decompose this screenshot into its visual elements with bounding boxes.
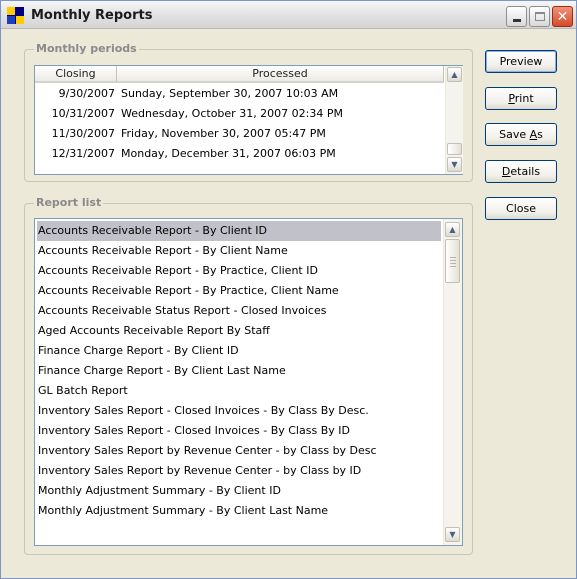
list-item[interactable]: Finance Charge Report - By Client ID [37, 341, 441, 361]
column-header-processed[interactable]: Processed [117, 66, 444, 83]
list-item[interactable]: Accounts Receivable Report - By Client N… [37, 241, 441, 261]
list-item[interactable]: Monthly Adjustment Summary - By Client I… [37, 481, 441, 501]
period-row[interactable]: 10/31/2007 Wednesday, October 31, 2007 0… [35, 106, 444, 122]
monthly-periods-label: Monthly periods [34, 42, 139, 55]
save-as-accel-key: A [529, 128, 538, 141]
period-closing: 10/31/2007 [51, 107, 115, 120]
periods-listview[interactable]: Closing Processed 9/30/2007 Sunday, Sept… [34, 65, 463, 175]
title-bar[interactable]: Monthly Reports ✕ [1, 1, 576, 29]
save-as-label-post: s [537, 128, 543, 141]
list-item[interactable]: Inventory Sales Report by Revenue Center… [37, 461, 441, 481]
report-listbox[interactable]: Accounts Receivable Report - By Client I… [34, 218, 463, 546]
list-item[interactable]: Aged Accounts Receivable Report By Staff [37, 321, 441, 341]
close-icon: ✕ [556, 8, 569, 25]
period-processed: Monday, December 31, 2007 06:03 PM [121, 147, 336, 160]
report-list-scrollbar[interactable]: ▲ ▼ [443, 219, 462, 545]
column-header-closing[interactable]: Closing [35, 66, 117, 83]
chevron-up-icon: ▲ [451, 70, 458, 79]
close-window-button[interactable]: ✕ [552, 6, 573, 27]
save-as-label-pre: Save [499, 128, 530, 141]
period-processed: Wednesday, October 31, 2007 02:34 PM [121, 107, 343, 120]
list-item[interactable]: Inventory Sales Report - Closed Invoices… [37, 421, 441, 441]
scroll-thumb[interactable] [445, 239, 460, 283]
period-closing: 9/30/2007 [58, 87, 115, 100]
print-label-post: rint [514, 92, 534, 105]
maximize-button[interactable] [529, 6, 550, 27]
period-row[interactable]: 11/30/2007 Friday, November 30, 2007 05:… [35, 126, 444, 142]
periods-scrollbar[interactable]: ▲ ▼ [445, 66, 463, 174]
list-item[interactable]: GL Batch Report [37, 381, 441, 401]
period-processed: Friday, November 30, 2007 05:47 PM [121, 127, 326, 140]
scroll-down-button[interactable]: ▼ [445, 527, 460, 542]
monthly-reports-window: Monthly Reports ✕ Monthly periods Closin… [0, 0, 577, 579]
window-title: Monthly Reports [31, 8, 153, 23]
list-item[interactable]: Accounts Receivable Report - By Client I… [37, 221, 441, 241]
list-item[interactable]: Inventory Sales Report - Closed Invoices… [37, 401, 441, 421]
scroll-down-button[interactable]: ▼ [447, 157, 462, 172]
list-item[interactable]: Accounts Receivable Report - By Practice… [37, 281, 441, 301]
chevron-down-icon: ▼ [451, 160, 458, 169]
scroll-thumb[interactable] [447, 143, 462, 155]
period-processed: Sunday, September 30, 2007 10:03 AM [121, 87, 339, 100]
period-row[interactable]: 9/30/2007 Sunday, September 30, 2007 10:… [35, 86, 444, 102]
scroll-up-button[interactable]: ▲ [447, 67, 462, 82]
print-button[interactable]: Print [485, 87, 557, 110]
minimize-button[interactable] [506, 6, 527, 27]
period-closing: 11/30/2007 [51, 127, 115, 140]
scroll-up-button[interactable]: ▲ [445, 222, 460, 237]
preview-button[interactable]: Preview [485, 50, 557, 73]
maximize-icon [534, 12, 545, 21]
save-as-button[interactable]: Save As [485, 123, 557, 146]
app-icon [7, 7, 24, 24]
list-item[interactable]: Monthly Adjustment Summary - By Client L… [37, 501, 441, 521]
details-label-post: etails [510, 165, 541, 178]
chevron-up-icon: ▲ [449, 225, 456, 234]
list-item[interactable]: Inventory Sales Report by Revenue Center… [37, 441, 441, 461]
report-list-label: Report list [34, 196, 104, 209]
minimize-icon [512, 19, 521, 22]
list-item[interactable]: Accounts Receivable Status Report - Clos… [37, 301, 441, 321]
chevron-down-icon: ▼ [449, 530, 456, 539]
period-closing: 12/31/2007 [51, 147, 115, 160]
details-button[interactable]: Details [485, 160, 557, 183]
list-item[interactable]: Accounts Receivable Report - By Practice… [37, 261, 441, 281]
period-row[interactable]: 12/31/2007 Monday, December 31, 2007 06:… [35, 146, 444, 162]
close-button[interactable]: Close [485, 197, 557, 220]
list-item[interactable]: Finance Charge Report - By Client Last N… [37, 361, 441, 381]
